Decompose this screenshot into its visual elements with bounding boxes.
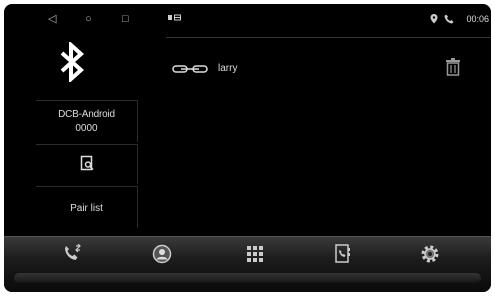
phone-transfer-icon[interactable] xyxy=(60,242,86,266)
settings-icon[interactable] xyxy=(417,242,443,266)
clock: 00:06 xyxy=(466,14,489,24)
link-icon xyxy=(172,65,208,73)
dock-shine xyxy=(14,273,481,283)
dialpad-icon[interactable] xyxy=(242,242,268,266)
contacts-icon[interactable] xyxy=(149,242,175,266)
recents-icon[interactable]: □ xyxy=(122,13,129,25)
head-unit-screen: ◁ ○ □ DCB-Android 0000 Pair list 00:06 l… xyxy=(4,4,491,292)
home-icon[interactable]: ○ xyxy=(85,13,92,25)
bluetooth-panel: ◁ ○ □ DCB-Android 0000 Pair list xyxy=(4,4,140,242)
pair-list-button[interactable]: Pair list xyxy=(36,186,138,228)
trash-icon[interactable] xyxy=(445,58,461,76)
paired-device-name: larry xyxy=(218,63,238,74)
phone-icon xyxy=(444,14,454,24)
device-pin: 0000 xyxy=(75,123,98,134)
location-icon xyxy=(430,14,438,24)
search-device-icon xyxy=(80,155,94,171)
phone-book-icon[interactable] xyxy=(330,242,356,266)
storage-icon xyxy=(174,14,181,21)
search-devices-button[interactable] xyxy=(36,144,138,184)
bottom-dock xyxy=(4,236,491,292)
status-divider xyxy=(166,37,491,38)
device-name: DCB-Android xyxy=(58,109,115,120)
status-bar: 00:06 xyxy=(164,4,491,38)
system-nav-bar: ◁ ○ □ xyxy=(4,4,140,36)
device-info-tile[interactable]: DCB-Android 0000 xyxy=(36,100,138,142)
pair-list-label: Pair list xyxy=(70,203,103,214)
bluetooth-icon xyxy=(60,42,84,82)
paired-device-row[interactable]: larry xyxy=(172,58,472,82)
back-icon[interactable]: ◁ xyxy=(48,13,56,25)
